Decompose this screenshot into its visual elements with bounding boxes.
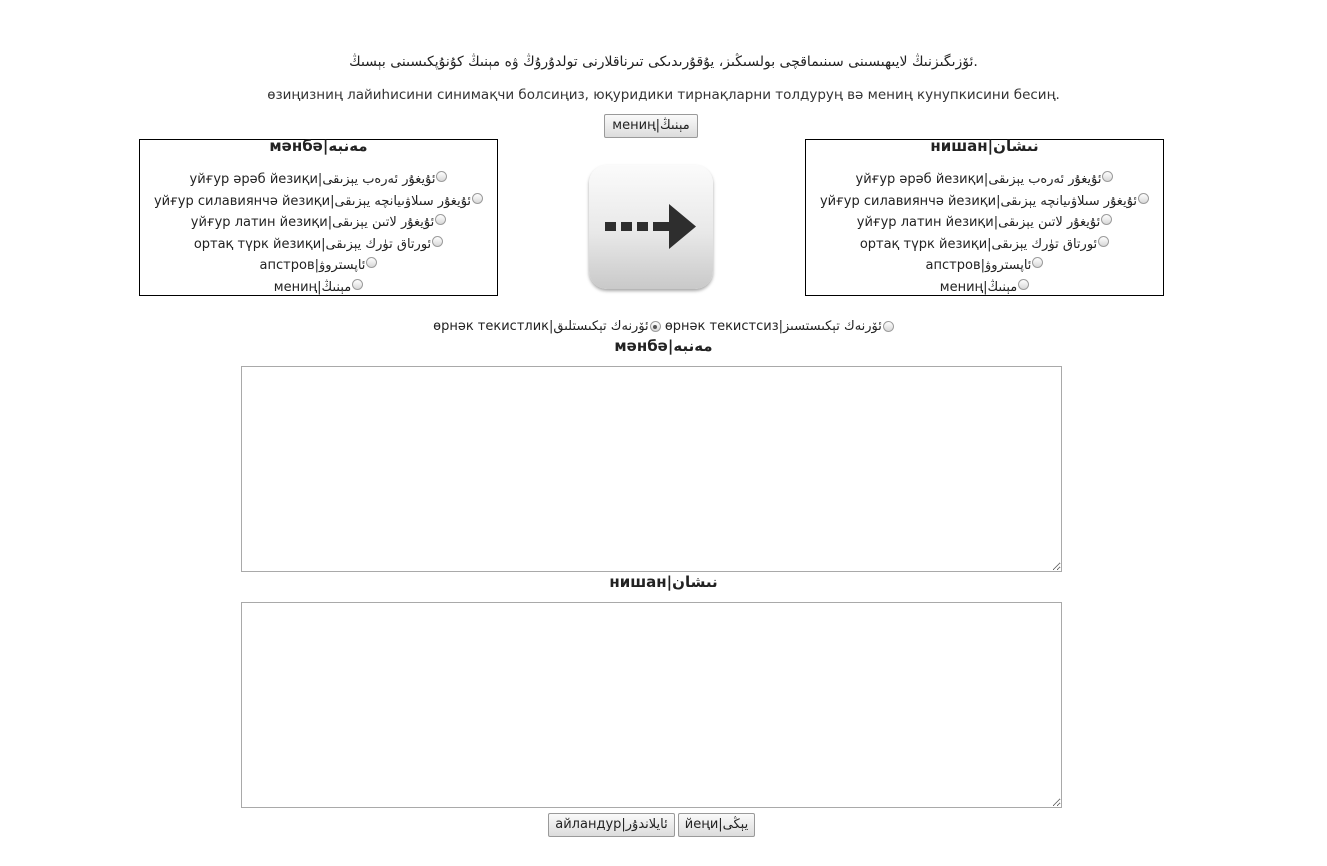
source-textarea[interactable] — [241, 366, 1062, 572]
source-option-label: уйғур силавиянчә йезиқи|ئۇيغۇر سىلاۋىيان… — [153, 193, 472, 209]
source-option-cyrillic[interactable]: уйғур силавиянчә йезиқи|ئۇيغۇر سىلاۋىيان… — [140, 191, 497, 213]
source-text-label: мәнбә|مەنبە — [614, 337, 713, 355]
source-radio-latin[interactable] — [435, 214, 447, 225]
target-radio-latin[interactable] — [1101, 214, 1113, 225]
target-option-apstrov[interactable]: апстров|ئاپستروۋ — [806, 255, 1163, 277]
target-radio-common-turkic[interactable] — [1098, 235, 1110, 247]
target-textarea[interactable] — [241, 602, 1062, 808]
intro-cyrillic-text: өзиңизниң лайиһисини синимақчи болсиңиз,… — [267, 87, 1060, 103]
source-radio-cyrillic[interactable] — [472, 192, 484, 204]
target-script-panel: нишан|نىشان уйғур әрәб йезиқи|ئۇيغۇر ئەر… — [805, 139, 1164, 296]
target-panel-title: нишан|نىشان — [930, 137, 1039, 155]
target-radio-cyrillic[interactable] — [1138, 192, 1150, 204]
target-option-label: ортақ түрк йезиқи|ئورتاق تۈرك يېزىقى — [859, 236, 1098, 252]
target-option-cyrillic[interactable]: уйғур силавиянчә йезиқи|ئۇيغۇر سىلاۋىيان… — [806, 191, 1163, 213]
sample-option-without-text[interactable]: өрнәк текистсиз|ئۆرنەك تېكىستسىز — [665, 319, 894, 334]
target-option-label: уйғур силавиянчә йезиқи|ئۇيغۇر سىلاۋىيان… — [819, 193, 1138, 209]
target-option-my[interactable]: мениң|مېنىڭ — [806, 277, 1163, 299]
source-script-panel: мәнбә|مەنبە уйғур әрәб йезиқи|ئۇيغۇر ئەر… — [139, 139, 498, 296]
target-option-label: апстров|ئاپستروۋ — [925, 258, 1032, 273]
target-radio-arabic[interactable] — [1102, 171, 1114, 182]
source-option-my[interactable]: мениң|مېنىڭ — [140, 277, 497, 299]
source-radio-my[interactable] — [352, 278, 364, 290]
source-option-apstrov[interactable]: апстров|ئاپستروۋ — [140, 255, 497, 277]
right-arrow-icon — [605, 204, 696, 249]
source-option-label: уйғур латин йезиқи|ئۇيغۇر لاتىن يېزىقى — [190, 215, 435, 230]
source-panel-title: мәнбә|مەنبە — [269, 137, 368, 155]
source-option-label: уйғур әрәб йезиқи|ئۇيغۇر ئەرەب يېزىقى — [189, 172, 436, 187]
source-option-label: ортақ түрк йезиқи|ئورتاق تۈرك يېزىقى — [193, 236, 432, 252]
my-button[interactable]: мениң|مېنىڭ — [604, 114, 698, 138]
source-option-common-turkic[interactable]: ортақ түрк йезиқи|ئورتاق تۈرك يېزىقى — [140, 234, 497, 256]
new-button[interactable]: йеңи|يېڭى — [678, 813, 755, 837]
convert-arrow-button[interactable] — [589, 165, 713, 289]
sample-radio-without-text[interactable] — [882, 321, 894, 332]
convert-button[interactable]: айландур|ئايلاندۇر — [548, 813, 675, 837]
sample-option-label: өрнәк текистлик|ئۆرنەك تېكىستلىق — [433, 319, 649, 334]
source-radio-common-turkic[interactable] — [432, 235, 444, 247]
source-option-latin[interactable]: уйғур латин йезиқи|ئۇيغۇر لاتىن يېزىقى — [140, 212, 497, 234]
source-radio-apstrov[interactable] — [366, 257, 378, 268]
target-option-latin[interactable]: уйғур латин йезиқи|ئۇيغۇر لاتىن يېزىقى — [806, 212, 1163, 234]
source-option-arabic[interactable]: уйғур әрәб йезиқи|ئۇيغۇر ئەرەب يېزىقى — [140, 169, 497, 191]
sample-radio-with-text[interactable] — [649, 321, 661, 332]
target-text-label: нишан|نىشان — [609, 573, 718, 591]
target-option-common-turkic[interactable]: ортақ түрк йезиқи|ئورتاق تۈرك يېزىقى — [806, 234, 1163, 256]
source-option-label: апстров|ئاپستروۋ — [259, 258, 366, 273]
target-option-arabic[interactable]: уйғур әрәб йезиқи|ئۇيغۇر ئەرەب يېزىقى — [806, 169, 1163, 191]
target-option-label: уйғур әрәб йезиқи|ئۇيغۇر ئەرەب يېزىقى — [855, 172, 1102, 187]
target-radio-apstrov[interactable] — [1032, 257, 1044, 268]
target-option-label: уйғур латин йезиқи|ئۇيغۇر لاتىن يېزىقى — [856, 215, 1101, 230]
sample-option-with-text[interactable]: өрнәк текистлик|ئۆرنەك تېكىستلىق — [433, 319, 661, 334]
sample-text-options: өрнәк текистлик|ئۆرنەك تېكىستلىق өрнәк т… — [0, 319, 1327, 334]
target-radio-my[interactable] — [1018, 278, 1030, 290]
source-option-label: мениң|مېنىڭ — [273, 279, 352, 295]
target-option-label: мениң|مېنىڭ — [939, 279, 1018, 295]
intro-uyghur-text: ئۆزىگىزنىڭ لايىھىسىنى سىنىماقچى بولسىڭىز… — [349, 54, 978, 70]
source-radio-arabic[interactable] — [436, 171, 448, 182]
sample-option-label: өрнәк текистсиз|ئۆرنەك تېكىستسىز — [664, 319, 882, 334]
